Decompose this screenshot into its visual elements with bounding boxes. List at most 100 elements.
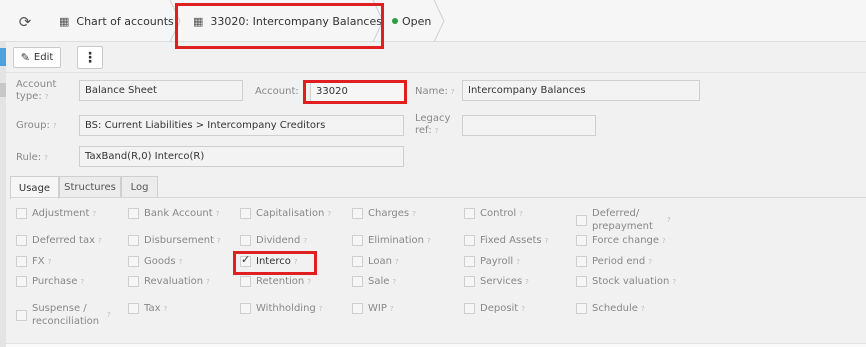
- help-icon: ?: [163, 304, 168, 313]
- more-actions-button[interactable]: ⋮: [77, 46, 103, 69]
- checkbox-item[interactable]: Control?: [464, 207, 523, 220]
- refresh-icon[interactable]: ⟳: [15, 12, 35, 32]
- checkbox-icon[interactable]: [352, 208, 363, 219]
- checkbox-icon[interactable]: [464, 276, 475, 287]
- checkbox-item[interactable]: Adjustment?: [16, 207, 96, 220]
- checkbox-icon[interactable]: [16, 256, 27, 267]
- checkbox-item[interactable]: Withholding?: [240, 302, 322, 315]
- checkbox-icon[interactable]: [128, 208, 139, 219]
- checkbox-item[interactable]: Payroll?: [464, 255, 520, 268]
- checkbox-icon[interactable]: [352, 256, 363, 267]
- name-field[interactable]: Intercompany Balances: [462, 80, 700, 101]
- checkbox-item[interactable]: Loan?: [352, 255, 399, 268]
- tab-usage[interactable]: Usage: [10, 176, 59, 199]
- grid-icon: ▦: [193, 14, 204, 28]
- checkbox-item[interactable]: Period end?: [576, 255, 652, 268]
- checkbox-item[interactable]: Services?: [464, 275, 529, 288]
- checkbox-icon[interactable]: [16, 276, 27, 287]
- checkbox-item[interactable]: Deferred/ prepayment?: [576, 207, 671, 233]
- help-icon: ?: [427, 236, 431, 245]
- checkbox-icon[interactable]: [128, 256, 139, 267]
- checkbox-icon[interactable]: [576, 276, 587, 287]
- checkbox-item[interactable]: Dividend?: [240, 234, 307, 247]
- checkbox-item[interactable]: Tax?: [128, 302, 167, 315]
- help-icon: ?: [434, 127, 439, 135]
- checkbox-icon[interactable]: [352, 235, 363, 246]
- account-label: Account:: [255, 86, 299, 97]
- edit-button-label: Edit: [33, 52, 54, 63]
- checkbox-item[interactable]: Deferred tax?: [16, 234, 102, 247]
- help-icon: ?: [667, 216, 671, 224]
- rule-field[interactable]: TaxBand(R,0) Interco(R): [79, 146, 404, 167]
- chevron-separator-icon: [371, 0, 385, 42]
- checkbox-icon[interactable]: [16, 208, 27, 219]
- checkbox-item[interactable]: WIP?: [352, 302, 394, 315]
- help-icon: ?: [640, 304, 645, 313]
- checkbox-item[interactable]: Fixed Assets?: [464, 234, 548, 247]
- legacy-ref-field[interactable]: [462, 115, 596, 136]
- checkbox-icon[interactable]: [128, 235, 139, 246]
- checkbox-item[interactable]: Bank Account?: [128, 207, 219, 220]
- checkbox-checked-icon[interactable]: [240, 253, 251, 267]
- checkbox-icon[interactable]: [240, 276, 251, 287]
- toolbar-divider: [6, 72, 866, 73]
- checkbox-label: Retention: [256, 276, 305, 287]
- checkbox-item[interactable]: Disbursement?: [128, 234, 221, 247]
- checkbox-item[interactable]: Capitalisation?: [240, 207, 331, 220]
- checkbox-icon[interactable]: [576, 214, 587, 226]
- help-icon: ?: [178, 257, 183, 266]
- checkbox-item[interactable]: Retention?: [240, 275, 311, 288]
- checkbox-item[interactable]: Interco?: [240, 253, 298, 268]
- checkbox-icon[interactable]: [240, 235, 251, 246]
- checkbox-item[interactable]: Goods?: [128, 255, 182, 268]
- checkbox-item[interactable]: Suspense / reconciliation?: [16, 302, 111, 328]
- checkbox-icon[interactable]: [464, 303, 475, 314]
- help-icon: ?: [392, 277, 397, 286]
- checkbox-icon[interactable]: [576, 303, 587, 314]
- checkbox-icon[interactable]: [128, 303, 139, 314]
- checkbox-icon[interactable]: [464, 208, 475, 219]
- checkbox-icon[interactable]: [240, 303, 251, 314]
- left-panel-edge: ▼: [0, 0, 6, 347]
- checkbox-icon[interactable]: [16, 235, 27, 246]
- checkbox-icon[interactable]: [352, 303, 363, 314]
- help-icon: ?: [318, 304, 323, 313]
- checkbox-icon[interactable]: [576, 235, 587, 246]
- checkbox-icon[interactable]: [16, 309, 27, 321]
- checkbox-label: Goods: [144, 256, 176, 267]
- account-type-field[interactable]: Balance Sheet: [79, 80, 243, 101]
- checkbox-item[interactable]: Purchase?: [16, 275, 84, 288]
- checkbox-icon[interactable]: [464, 256, 475, 267]
- checkbox-icon[interactable]: [240, 208, 251, 219]
- checkbox-item[interactable]: Elimination?: [352, 234, 431, 247]
- account-field[interactable]: 33020: [310, 81, 405, 102]
- group-field[interactable]: BS: Current Liabilities > Intercompany C…: [79, 115, 404, 136]
- checkbox-label: Stock valuation: [592, 276, 670, 287]
- edit-button[interactable]: ✎ Edit: [13, 47, 61, 68]
- kebab-menu-icon: ⋮: [83, 49, 97, 66]
- checkbox-icon[interactable]: [464, 235, 475, 246]
- tab-log[interactable]: Log: [121, 176, 158, 198]
- checkbox-item[interactable]: FX?: [16, 255, 51, 268]
- checkbox-item[interactable]: Charges?: [352, 207, 416, 220]
- breadcrumb-account[interactable]: ▦ 33020: Intercompany Balances: [193, 0, 382, 42]
- checkbox-item[interactable]: Schedule?: [576, 302, 645, 315]
- checkbox-item[interactable]: Revaluation?: [128, 275, 210, 288]
- breadcrumb-chart-of-accounts[interactable]: ▦ Chart of accounts: [59, 0, 174, 42]
- checkbox-icon[interactable]: [352, 276, 363, 287]
- bottom-scrollbar-track[interactable]: [6, 343, 866, 347]
- tab-structures[interactable]: Structures: [59, 176, 121, 198]
- checkbox-icon[interactable]: [576, 256, 587, 267]
- help-icon: ?: [217, 236, 221, 245]
- checkbox-item[interactable]: Force change?: [576, 234, 666, 247]
- checkbox-label: Deferred tax: [32, 235, 95, 246]
- checkbox-item[interactable]: Deposit?: [464, 302, 525, 315]
- checkbox-label: Elimination: [368, 235, 425, 246]
- checkbox-item[interactable]: Sale?: [352, 275, 396, 288]
- breadcrumb-status[interactable]: Open: [392, 0, 431, 42]
- help-icon: ?: [44, 154, 48, 162]
- checkbox-icon[interactable]: [128, 276, 139, 287]
- checkbox-label: Services: [480, 276, 523, 287]
- checkbox-label: FX: [32, 256, 45, 267]
- checkbox-item[interactable]: Stock valuation?: [576, 275, 676, 288]
